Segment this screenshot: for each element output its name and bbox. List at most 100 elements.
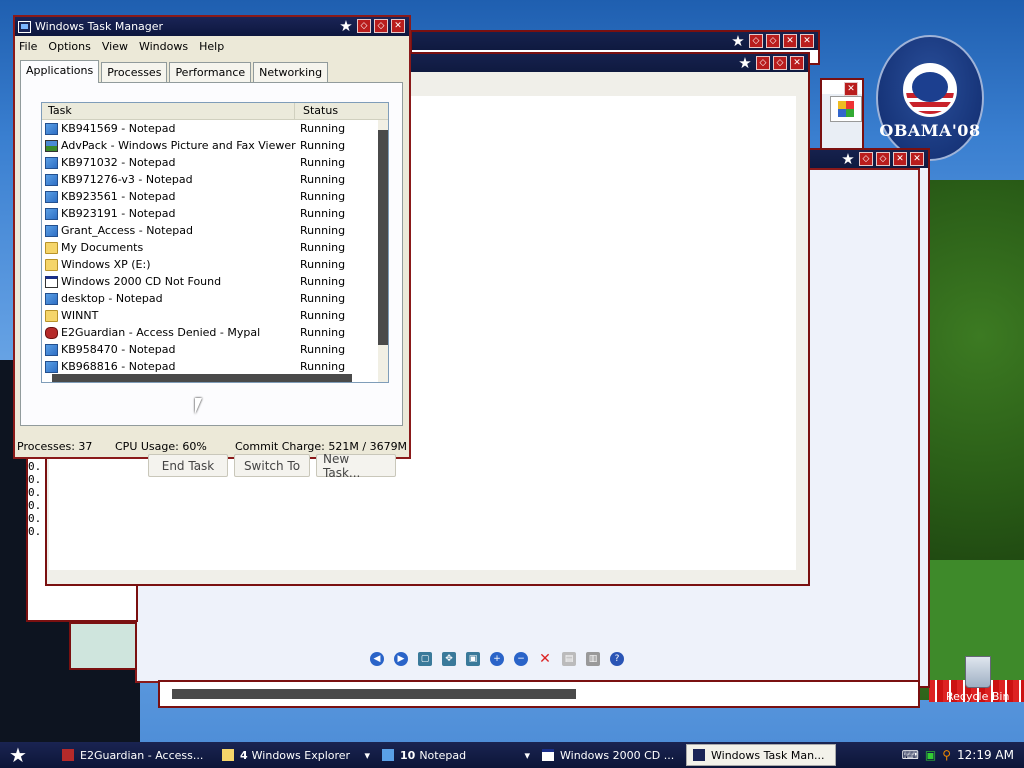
switch-to-button[interactable]: Switch To (234, 454, 310, 477)
task-name: AdvPack - Windows Picture and Fax Viewer (61, 139, 296, 152)
task-row[interactable]: KB923561 - Notepad Running (42, 188, 388, 205)
best-fit-icon[interactable]: ▢ (418, 652, 432, 666)
task-status: Running (300, 156, 346, 169)
slideshow-icon[interactable]: ▣ (466, 652, 480, 666)
notepad-icon (45, 360, 58, 373)
window-titlebar[interactable]: ★ ◇ ◇ ✕ ✕ (810, 150, 928, 168)
taskbar-item-explorer[interactable]: 4 Windows Explorer ▾ (216, 744, 376, 766)
menu-help[interactable]: Help (199, 40, 224, 53)
next-image-icon[interactable]: ▶ (394, 652, 408, 666)
task-cell: KB923191 - Notepad (42, 207, 298, 220)
task-row[interactable]: WINNT Running (42, 307, 388, 324)
menu-windows[interactable]: Windows (139, 40, 188, 53)
search-icon[interactable]: ⚲ (942, 748, 951, 762)
print-icon[interactable]: ▤ (562, 652, 576, 666)
minimize-button[interactable]: ◇ (749, 34, 763, 48)
task-row[interactable]: KB971276-v3 - Notepad Running (42, 171, 388, 188)
column-task[interactable]: Task (42, 103, 295, 119)
zoom-in-icon[interactable]: + (490, 652, 504, 666)
task-rows: KB941569 - Notepad Running AdvPack - Windo… (42, 120, 388, 375)
star-icon[interactable]: ★ (840, 152, 856, 167)
task-row[interactable]: E2Guardian - Access Denied - Mypal Runnin… (42, 324, 388, 341)
copy-to-icon[interactable]: ▥ (586, 652, 600, 666)
task-row[interactable]: Windows XP (E:) Running (42, 256, 388, 273)
task-name: KB971032 - Notepad (61, 156, 176, 169)
clock[interactable]: 12:19 AM (957, 748, 1014, 762)
taskbar-item-task-manager[interactable]: Windows Task Man... (686, 744, 836, 766)
tab-performance[interactable]: Performance (169, 62, 252, 83)
maximize-button[interactable]: ◇ (374, 19, 388, 33)
task-status: Running (300, 139, 346, 152)
picture-viewer-icon (45, 139, 58, 152)
notepad-line: 0. (28, 525, 42, 538)
window-titlebar[interactable]: ★ ◇ ◇ ✕ ✕ (412, 32, 818, 50)
task-row[interactable]: KB958470 - Notepad Running (42, 341, 388, 358)
minimize-button[interactable]: ◇ (756, 56, 770, 70)
task-row[interactable]: My Documents Running (42, 239, 388, 256)
notepad-line: 0. (28, 512, 42, 525)
horizontal-scrollbar[interactable] (52, 374, 352, 382)
window-titlebar[interactable]: ✕ (822, 80, 862, 96)
zoom-out-icon[interactable]: − (514, 652, 528, 666)
star-icon[interactable]: ★ (737, 56, 753, 71)
actual-size-icon[interactable]: ✥ (442, 652, 456, 666)
close-button[interactable]: ✕ (910, 152, 924, 166)
tab-processes[interactable]: Processes (101, 62, 168, 83)
close-button[interactable]: ✕ (800, 34, 814, 48)
taskbar-label: Windows 2000 CD ... (560, 748, 675, 762)
task-row[interactable]: Windows 2000 CD Not Found Running (42, 273, 388, 290)
menu-view[interactable]: View (102, 40, 128, 53)
menu-file[interactable]: File (19, 40, 37, 53)
task-row[interactable]: AdvPack - Windows Picture and Fax Viewer… (42, 137, 388, 154)
task-row[interactable]: KB941569 - Notepad Running (42, 120, 388, 137)
task-cell: E2Guardian - Access Denied - Mypal (42, 326, 298, 339)
star-icon[interactable]: ★ (730, 34, 746, 49)
task-list[interactable]: Task Status KB941569 - Notepad Running Adv… (41, 102, 389, 383)
background-window-bottom[interactable] (158, 680, 920, 708)
close-button[interactable]: ✕ (893, 152, 907, 166)
tab-networking[interactable]: Networking (253, 62, 329, 83)
minimize-button[interactable]: ◇ (859, 152, 873, 166)
task-row[interactable]: desktop - Notepad Running (42, 290, 388, 307)
task-cell: KB923561 - Notepad (42, 190, 298, 203)
scroll-thumb[interactable] (378, 130, 388, 345)
help-icon[interactable]: ? (610, 652, 624, 666)
keyboard-icon[interactable]: ⌨ (902, 748, 919, 762)
taskbar-item-notepad[interactable]: 10 Notepad ▾ (376, 744, 536, 766)
delete-icon[interactable]: ✕ (538, 652, 552, 666)
new-task-button[interactable]: New Task... (316, 452, 396, 480)
horizontal-scrollbar[interactable] (172, 689, 576, 699)
close-button[interactable]: ✕ (783, 34, 797, 48)
close-button[interactable]: ✕ (790, 56, 804, 70)
task-status: Running (300, 326, 346, 339)
background-window[interactable] (69, 622, 137, 670)
column-status[interactable]: Status (295, 103, 338, 119)
task-name: KB923561 - Notepad (61, 190, 176, 203)
end-task-button[interactable]: End Task (148, 454, 228, 477)
previous-image-icon[interactable]: ◀ (370, 652, 384, 666)
task-cell: Windows 2000 CD Not Found (42, 275, 298, 288)
star-icon[interactable]: ★ (338, 19, 354, 34)
vertical-scrollbar[interactable] (378, 120, 388, 382)
network-icon[interactable]: ▣ (925, 748, 936, 762)
task-row[interactable]: KB923191 - Notepad Running (42, 205, 388, 222)
taskbar-item-win2000[interactable]: Windows 2000 CD ... (536, 744, 686, 766)
minimize-button[interactable]: ◇ (357, 19, 371, 33)
menu-options[interactable]: Options (48, 40, 90, 53)
task-name: Windows XP (E:) (61, 258, 151, 271)
start-button[interactable]: ★ (0, 742, 36, 768)
task-row[interactable]: Grant_Access - Notepad Running (42, 222, 388, 239)
task-manager-window[interactable]: Windows Task Manager ★ ◇ ◇ ✕ File Option… (13, 15, 411, 480)
restore-button[interactable]: ◇ (876, 152, 890, 166)
task-cell: Windows XP (E:) (42, 258, 298, 271)
recycle-bin[interactable]: Recycle Bin (946, 656, 1009, 703)
close-button[interactable]: ✕ (844, 82, 858, 96)
task-row[interactable]: KB968816 - Notepad Running (42, 358, 388, 375)
close-button[interactable]: ✕ (391, 19, 405, 33)
tab-applications[interactable]: Applications (20, 60, 100, 83)
maximize-button[interactable]: ◇ (773, 56, 787, 70)
taskbar-item-browser[interactable]: E2Guardian - Access... (56, 744, 216, 766)
task-manager-titlebar[interactable]: Windows Task Manager ★ ◇ ◇ ✕ (15, 17, 409, 36)
maximize-button[interactable]: ◇ (766, 34, 780, 48)
task-row[interactable]: KB971032 - Notepad Running (42, 154, 388, 171)
